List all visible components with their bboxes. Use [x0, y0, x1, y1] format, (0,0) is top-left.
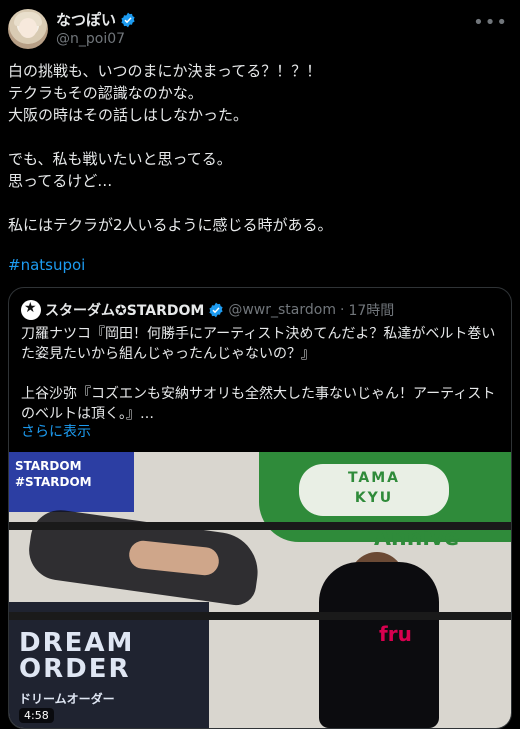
verified-badge-icon: [121, 12, 135, 27]
author-avatar[interactable]: [8, 9, 48, 49]
video-duration-badge: 4:58: [19, 708, 54, 723]
post-header: なつぽい @n_poi07 •••: [0, 0, 520, 56]
quoted-author-name[interactable]: スターダム✪STARDOM: [45, 300, 204, 320]
event-logo-line-2: ORDER: [19, 654, 131, 684]
quoted-author-handle[interactable]: @wwr_stardom: [228, 302, 336, 318]
dot-separator: ·: [339, 302, 345, 318]
sponsor-line-2: KYU: [354, 490, 394, 506]
stardom-banner-text: STARDOM #STARDOM: [15, 458, 92, 490]
show-more-link[interactable]: さらに表示: [21, 421, 91, 441]
ring-rope-middle: [9, 612, 511, 620]
sponsor-logo: TAMA KYU: [299, 464, 449, 516]
avatar-face: [19, 18, 37, 38]
ring-rope-top: [9, 522, 511, 530]
quoted-author-avatar[interactable]: [21, 300, 41, 320]
ad-board-text: fru: [379, 622, 412, 646]
author-name[interactable]: なつぽい: [56, 9, 116, 30]
verified-badge-icon: [209, 302, 223, 318]
author-name-row[interactable]: なつぽい: [56, 9, 136, 30]
event-logo: DREAM ORDER: [19, 630, 134, 682]
quoted-post-text: 刀羅ナツコ『岡田！何勝手にアーティスト決めてんだよ？私達がベルト巻いた姿見たいか…: [21, 326, 496, 422]
quoted-post-header: スターダム✪STARDOM @wwr_stardom · 17時間: [21, 300, 394, 320]
video-player[interactable]: STARDOM #STARDOM TAMA KYU Annive DREAM O…: [9, 452, 511, 728]
post-text: 白の挑戦も、いつのまにか決まってる？！？！ テクラもその認識なのかな。 大阪の時…: [8, 62, 333, 234]
quoted-post-time[interactable]: 17時間: [348, 300, 394, 320]
author-handle[interactable]: @n_poi07: [56, 31, 125, 47]
event-logo-sub: ドリームオーダー: [19, 692, 115, 706]
quoted-post[interactable]: スターダム✪STARDOM @wwr_stardom · 17時間 刀羅ナツコ『…: [8, 287, 512, 729]
hashtag-link[interactable]: #natsupoi: [8, 256, 85, 274]
more-horizontal-icon[interactable]: •••: [473, 12, 508, 33]
banner-line-2: #STARDOM: [15, 475, 92, 489]
stardom-banner: STARDOM #STARDOM: [9, 452, 134, 512]
sponsor-line-1: TAMA: [347, 470, 401, 486]
event-logo-line-1: DREAM: [19, 628, 135, 658]
banner-line-1: STARDOM: [15, 459, 82, 473]
